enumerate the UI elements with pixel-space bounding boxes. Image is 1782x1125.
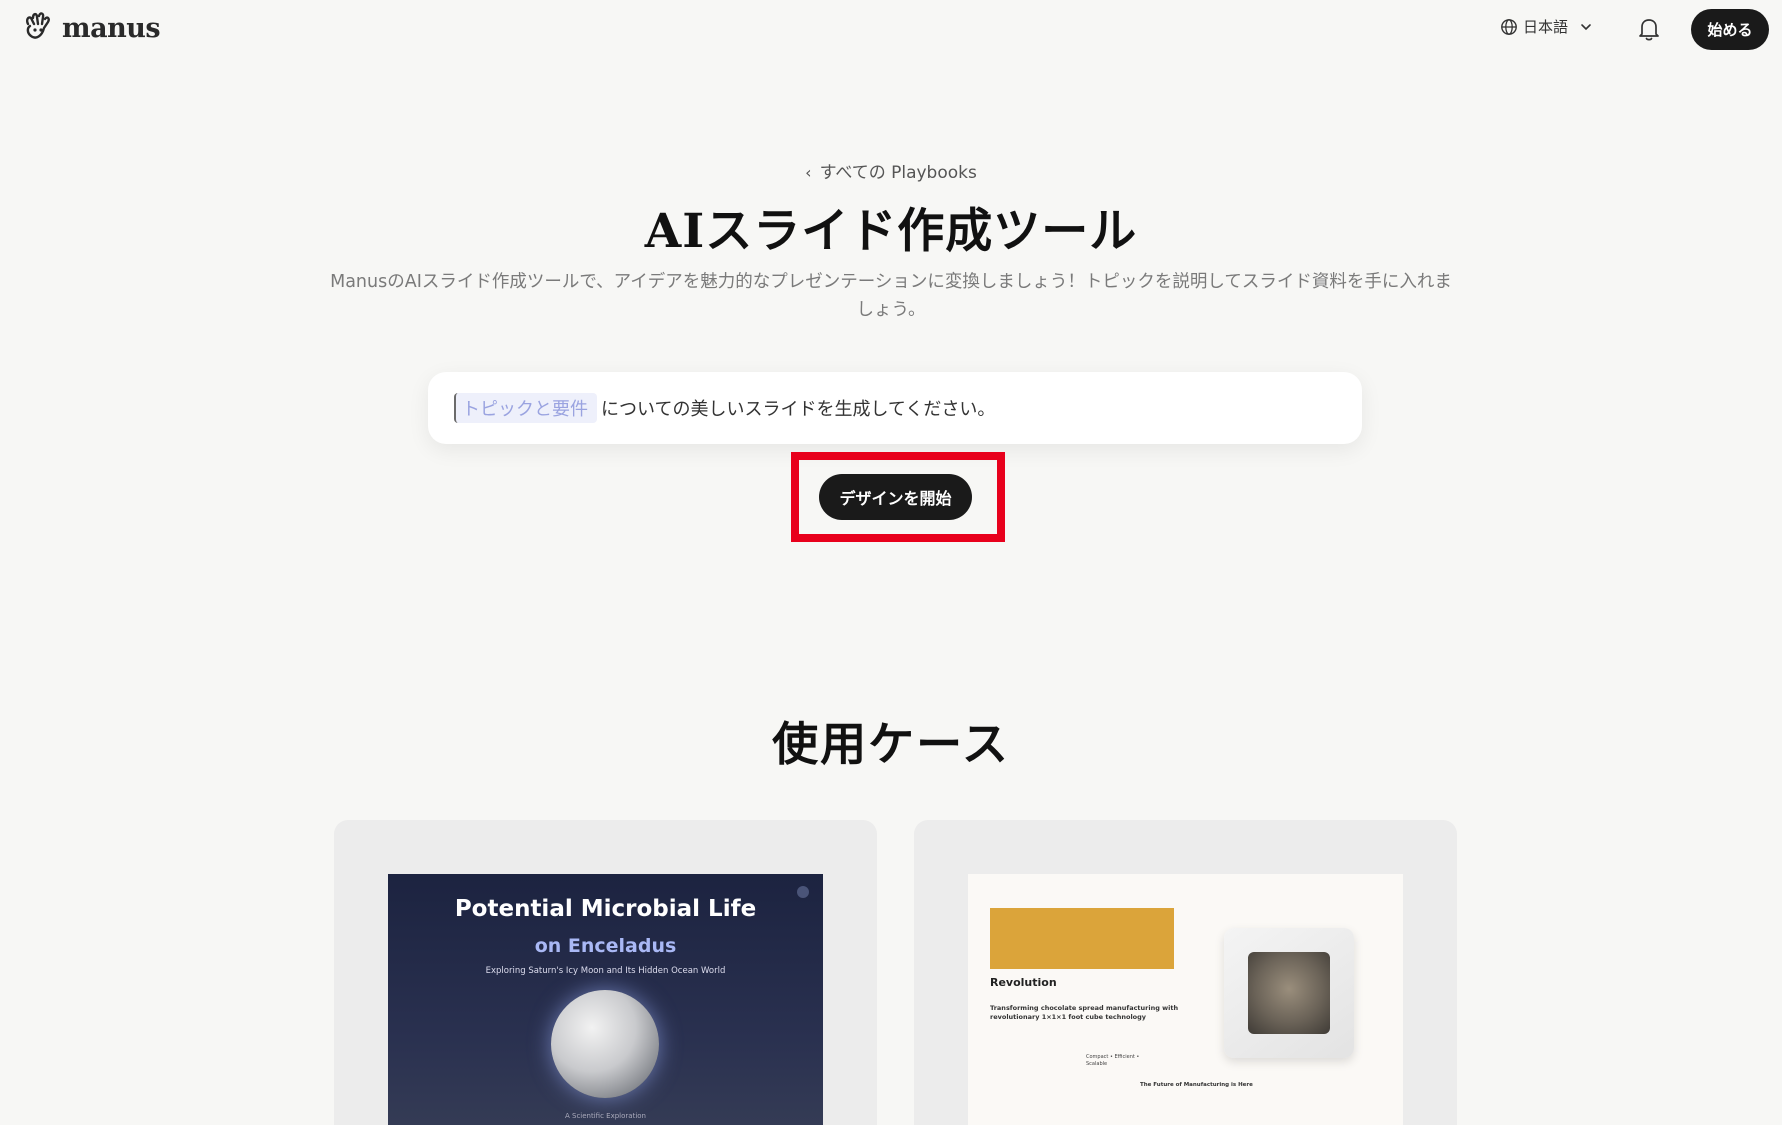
start-design-button[interactable]: デザインを開始 bbox=[819, 474, 972, 520]
slide-heading: Revolution bbox=[990, 976, 1057, 989]
use-case-card-enceladus[interactable]: Potential Microbial Life on Enceladus Ex… bbox=[334, 820, 877, 1125]
back-link-label: すべての Playbooks bbox=[819, 163, 977, 183]
cube-machine-image bbox=[1224, 928, 1354, 1058]
globe-icon bbox=[1501, 18, 1517, 35]
slide-preview: Potential Microbial Life on Enceladus Ex… bbox=[388, 874, 823, 1125]
manus-hand-icon bbox=[26, 12, 50, 39]
moon-image bbox=[551, 990, 659, 1098]
logo-text: manus bbox=[62, 12, 161, 44]
slide-footer: A Scientific Exploration bbox=[565, 1112, 646, 1120]
slide-footer: The Future of Manufacturing is Here bbox=[1140, 1082, 1253, 1088]
prompt-input[interactable]: トピックと要件 についての美しいスライドを生成してください。 bbox=[428, 372, 1362, 444]
language-selector[interactable]: 日本語 bbox=[1500, 16, 1593, 37]
page: manus 日本語 始める ‹ すべての Playbooks AIスライド作成ツー… bbox=[0, 0, 1782, 1125]
bell-icon[interactable] bbox=[1637, 16, 1661, 42]
topic-placeholder-chip[interactable]: トピックと要件 bbox=[454, 393, 597, 423]
manus-logo[interactable]: manus bbox=[22, 10, 161, 46]
use-cases-title: 使用ケース bbox=[772, 717, 1010, 771]
start-button[interactable]: 始める bbox=[1691, 9, 1769, 50]
use-case-card-revolution[interactable]: Revolution Transforming chocolate spread… bbox=[914, 820, 1457, 1125]
language-label: 日本語 bbox=[1523, 18, 1569, 36]
slide-preview: Revolution Transforming chocolate spread… bbox=[968, 874, 1403, 1125]
page-subtitle: ManusのAIスライド作成ツールで、アイデアを魅力的なプレゼンテーションに変換… bbox=[330, 272, 1452, 320]
gold-banner bbox=[990, 908, 1174, 969]
page-title: AIスライド作成ツール bbox=[644, 204, 1138, 259]
slide-description: Transforming chocolate spread manufactur… bbox=[990, 1004, 1179, 1021]
chevron-left-icon: ‹ bbox=[805, 163, 812, 182]
machine-interior bbox=[1248, 952, 1330, 1034]
slide-title: Potential Microbial Life bbox=[454, 896, 757, 922]
slide-description: Exploring Saturn's Icy Moon and Its Hidd… bbox=[485, 966, 726, 976]
slide-subtitle: on Enceladus bbox=[534, 935, 677, 957]
back-to-playbooks-link[interactable]: ‹ すべての Playbooks bbox=[0, 158, 1782, 183]
top-header: manus 日本語 始める bbox=[0, 0, 1782, 60]
chevron-down-icon bbox=[1581, 23, 1591, 30]
slide-tags: Compact • Efficient • Scalable bbox=[1086, 1054, 1140, 1067]
prompt-text: についての美しいスライドを生成してください。 bbox=[601, 399, 996, 420]
